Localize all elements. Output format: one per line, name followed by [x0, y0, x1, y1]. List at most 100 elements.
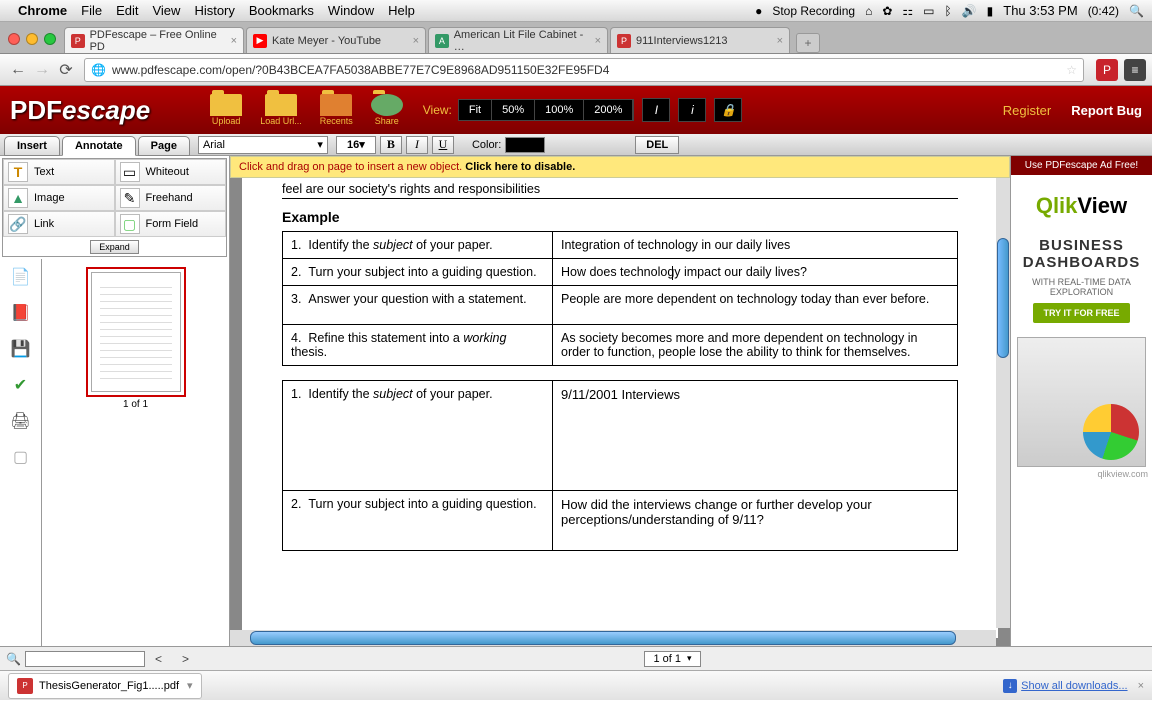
tab-page[interactable]: Page	[138, 136, 190, 156]
ad-cta-button[interactable]: TRY IT FOR FREE	[1033, 303, 1129, 323]
canvas-area: Click and drag on page to insert a new o…	[230, 156, 1010, 646]
image-icon: ▲	[8, 188, 28, 208]
wifi-icon[interactable]: ⚏	[902, 4, 913, 18]
prev-page-button[interactable]: <	[155, 652, 162, 666]
menu-window[interactable]: Window	[328, 3, 374, 18]
pinterest-ext-icon[interactable]: P	[1096, 59, 1118, 81]
tab-insert[interactable]: Insert	[4, 136, 60, 156]
next-page-button[interactable]: >	[182, 652, 189, 666]
back-button[interactable]: ←	[6, 61, 30, 79]
zoom-100-button[interactable]: 100%	[535, 100, 584, 120]
menu-history[interactable]: History	[194, 3, 234, 18]
download-item[interactable]: P ThesisGenerator_Fig1.....pdf	[8, 673, 202, 699]
tool-whiteout[interactable]: ▭Whiteout	[115, 159, 227, 185]
tool-freehand[interactable]: ✎Freehand	[115, 185, 227, 211]
close-download-bar-icon[interactable]: ×	[1138, 680, 1144, 692]
search-input[interactable]	[25, 651, 145, 667]
font-select[interactable]: Arial	[198, 136, 328, 154]
expand-button[interactable]: Expand	[90, 240, 139, 254]
italic-button[interactable]: I	[406, 136, 428, 154]
table-row: 2. Turn your subject into a guiding ques…	[283, 259, 958, 286]
zoom-window-icon[interactable]	[44, 33, 56, 45]
delete-button[interactable]: DEL	[635, 136, 679, 154]
print-icon[interactable]: 🖨	[9, 409, 33, 433]
bottom-nav: 🔍 < > 1 of 1	[0, 646, 1152, 670]
url-bar[interactable]: 🌐 www.pdfescape.com/open/?0B43BCEA7FA503…	[84, 58, 1084, 82]
tool-link[interactable]: 🔗Link	[3, 211, 115, 237]
formfield-icon: ▢	[120, 214, 140, 234]
close-tab-icon[interactable]: ×	[231, 35, 237, 47]
user-answer-2[interactable]: How did the interviews change or further…	[553, 491, 958, 551]
battery-icon[interactable]: ▮	[987, 4, 994, 18]
text-cursor-icon[interactable]: I	[642, 98, 670, 122]
bold-button[interactable]: B	[380, 136, 402, 154]
close-tab-icon[interactable]: ×	[595, 35, 601, 47]
tool-formfield[interactable]: ▢Form Field	[115, 211, 227, 237]
record-icon[interactable]: ●	[755, 4, 762, 18]
register-link[interactable]: Register	[1003, 103, 1051, 118]
save-icon[interactable]: 💾	[9, 337, 33, 361]
color-swatch[interactable]	[505, 137, 545, 153]
ad-footer: qlikview.com	[1011, 467, 1152, 481]
vertical-scrollbar[interactable]	[996, 178, 1010, 628]
menu-help[interactable]: Help	[388, 3, 415, 18]
font-size-select[interactable]: 16 ▾	[336, 136, 376, 154]
horizontal-scrollbar[interactable]	[230, 630, 996, 646]
minimize-window-icon[interactable]	[26, 33, 38, 45]
display-icon[interactable]: ▭	[923, 4, 934, 18]
share-button[interactable]: Share	[371, 94, 403, 126]
pages-icon[interactable]: 📄	[9, 265, 33, 289]
tab-youtube[interactable]: ▶Kate Meyer - YouTube×	[246, 27, 426, 53]
tab-911interviews[interactable]: P911Interviews1213×	[610, 27, 790, 53]
lock-icon[interactable]: 🔒	[714, 98, 742, 122]
tab-americanlit[interactable]: AAmerican Lit File Cabinet - …×	[428, 27, 608, 53]
user-answer-1[interactable]: 9/11/2001 Interviews	[553, 381, 958, 491]
favicon-icon: A	[435, 34, 449, 48]
clock[interactable]: Thu 3:53 PM	[1003, 3, 1077, 18]
show-all-downloads-link[interactable]: Show all downloads...	[1021, 680, 1127, 692]
bookmark-star-icon[interactable]: ☆	[1066, 63, 1077, 77]
reload-button[interactable]: ⟳	[54, 60, 78, 80]
ad-logo[interactable]: QlikView	[1011, 175, 1152, 237]
pdf-page[interactable]: feel are our society's rights and respon…	[242, 178, 998, 638]
bluetooth-icon[interactable]: ᛒ	[944, 4, 951, 18]
recents-button[interactable]: Recents	[320, 94, 353, 126]
menu-icon[interactable]: ≡	[1124, 59, 1146, 81]
delete-page-icon[interactable]: 📕	[9, 301, 33, 325]
new-tab-button[interactable]: +	[796, 33, 820, 53]
menu-bookmarks[interactable]: Bookmarks	[249, 3, 314, 18]
blank-icon[interactable]: ▢	[9, 445, 33, 469]
app-name[interactable]: Chrome	[18, 3, 67, 18]
tool-image[interactable]: ▲Image	[3, 185, 115, 211]
close-tab-icon[interactable]: ×	[777, 35, 783, 47]
menu-view[interactable]: View	[152, 3, 180, 18]
tab-pdfescape[interactable]: PPDFescape – Free Online PD×	[64, 27, 244, 53]
underline-button[interactable]: U	[432, 136, 454, 154]
pdfescape-logo[interactable]: PDFescape	[10, 95, 150, 126]
zoom-fit-button[interactable]: Fit	[459, 100, 492, 120]
upload-button[interactable]: Upload	[210, 94, 242, 126]
stop-recording[interactable]: Stop Recording	[772, 4, 855, 18]
zoom-200-button[interactable]: 200%	[584, 100, 633, 120]
close-window-icon[interactable]	[8, 33, 20, 45]
volume-icon[interactable]: 🔊	[962, 4, 977, 18]
disable-hint-link[interactable]: Click here to disable.	[465, 161, 575, 173]
status-icon[interactable]: ⌂	[865, 4, 872, 18]
spotlight-icon[interactable]: 🔍	[1129, 4, 1144, 18]
close-tab-icon[interactable]: ×	[413, 35, 419, 47]
info-icon[interactable]: i	[678, 98, 706, 122]
zoom-50-button[interactable]: 50%	[492, 100, 535, 120]
menu-file[interactable]: File	[81, 3, 102, 18]
forward-button[interactable]: →	[30, 61, 54, 79]
tab-annotate[interactable]: Annotate	[62, 136, 136, 156]
page-indicator[interactable]: 1 of 1	[644, 651, 700, 667]
tool-text[interactable]: TText	[3, 159, 115, 185]
status-icon[interactable]: ✿	[882, 4, 892, 18]
check-icon[interactable]: ✔	[9, 373, 33, 397]
mac-menubar: Chrome File Edit View History Bookmarks …	[0, 0, 1152, 22]
load-url-button[interactable]: Load Url...	[260, 94, 302, 126]
ad-free-link[interactable]: Use PDFescape Ad Free!	[1011, 156, 1152, 175]
menu-edit[interactable]: Edit	[116, 3, 138, 18]
page-thumbnail[interactable]	[86, 267, 186, 397]
report-bug-link[interactable]: Report Bug	[1071, 103, 1142, 118]
